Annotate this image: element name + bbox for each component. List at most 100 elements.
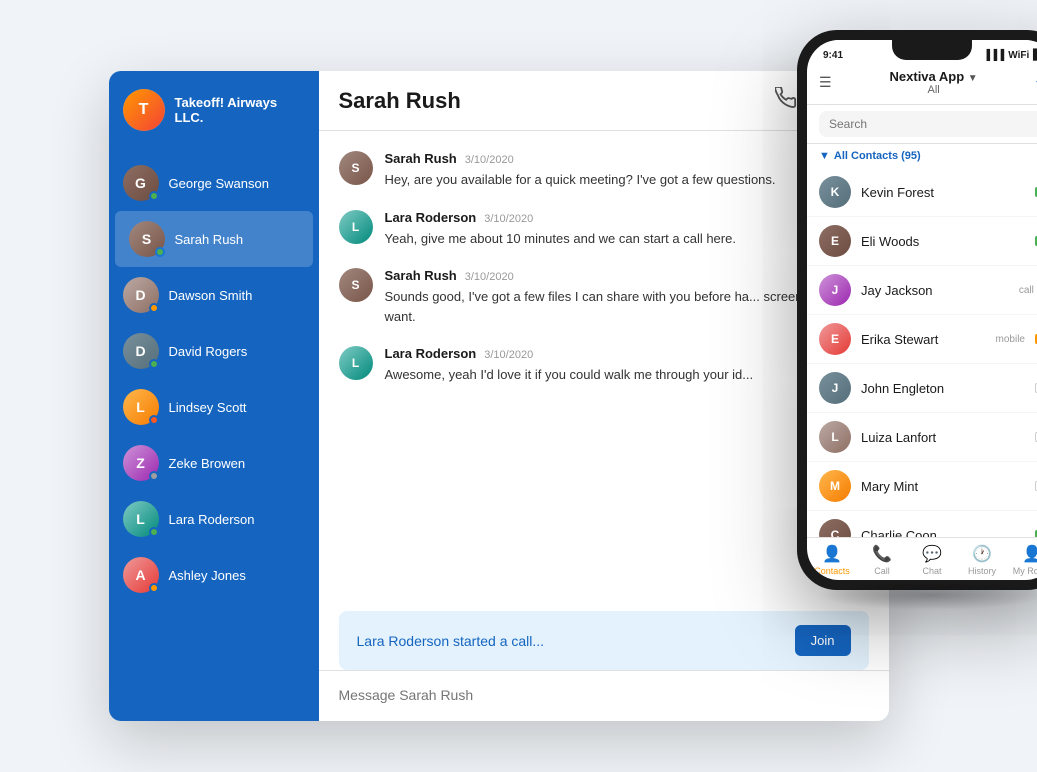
sidebar-contact-item[interactable]: G George Swanson [109,155,319,211]
phone-contact-avatar: M [819,470,851,502]
phone-status-icons: ▐▐▐ WiFi ▉ [983,50,1037,61]
contact-avatar-wrap: A [123,557,159,593]
message-input[interactable] [339,687,869,703]
msg-text: Hey, are you available for a quick meeti… [385,170,869,190]
phone-nav-chat[interactable]: 💬 Chat [907,544,957,576]
phone-shadow [817,580,1037,610]
status-indicator [149,191,159,201]
chat-contact-name: Sarah Rush [339,88,461,114]
contact-name: David Rogers [169,344,248,359]
phone-contact-item[interactable]: J John Engleton [807,364,1037,413]
msg-text: Yeah, give me about 10 minutes and we ca… [385,229,869,249]
phone-contact-avatar: C [819,519,851,537]
msg-content: Sarah Rush 3/10/2020 Hey, are you availa… [385,151,869,190]
phone-screen: 9:41 ▐▐▐ WiFi ▉ ☰ Nextiva App ▼ All + [807,40,1037,580]
phone-contact-item[interactable]: L Luiza Lanfort [807,413,1037,462]
contact-avatar-wrap: L [123,501,159,537]
phone-contact-item[interactable]: E Eli Woods [807,217,1037,266]
phone-contact-avatar: K [819,176,851,208]
msg-text: Awesome, yeah I'd love it if you could w… [385,365,869,385]
contact-avatar-wrap: D [123,333,159,369]
section-label: All Contacts (95) [834,150,921,162]
msg-time: 3/10/2020 [484,349,533,361]
phone-frame: 9:41 ▐▐▐ WiFi ▉ ☰ Nextiva App ▼ All + [797,30,1037,590]
contact-name: Sarah Rush [175,232,244,247]
phone-contact-avatar: L [819,421,851,453]
sidebar-contact-item[interactable]: S Sarah Rush [115,211,313,267]
msg-sender: Lara Roderson [385,346,477,361]
phone-contact-avatar: E [819,225,851,257]
nav-label: Call [874,566,890,576]
contact-name: Ashley Jones [169,568,246,583]
sidebar: T Takeoff! Airways LLC. G George Swanson… [109,71,319,721]
sidebar-contact-item[interactable]: A Ashley Jones [109,547,319,603]
chevron-down-icon: ▼ [819,150,830,162]
phone-app-name: Nextiva App ▼ [832,69,1036,84]
nav-label: My Room [1013,566,1037,576]
msg-avatar: L [339,346,373,380]
message-row: S Sarah Rush 3/10/2020 Sounds good, I've… [339,268,869,326]
contact-tag: mobile [996,334,1025,345]
contact-tag: call ≋ [1019,285,1037,296]
sidebar-contact-item[interactable]: D Dawson Smith [109,267,319,323]
phone-contact-item[interactable]: J Jay Jackson call ≋ [807,266,1037,315]
sidebar-contact-item[interactable]: L Lara Roderson [109,491,319,547]
message-row: L Lara Roderson 3/10/2020 Awesome, yeah … [339,346,869,385]
msg-header: Lara Roderson 3/10/2020 [385,346,869,361]
sidebar-contact-item[interactable]: Z Zeke Browen [109,435,319,491]
msg-avatar: L [339,210,373,244]
company-name: Takeoff! Airways LLC. [175,95,305,125]
phone-search-input[interactable] [819,111,1037,137]
phone-icon[interactable] [775,87,797,114]
phone-header: ☰ Nextiva App ▼ All + [807,65,1037,105]
phone-contact-item[interactable]: M Mary Mint [807,462,1037,511]
msg-sender: Sarah Rush [385,151,457,166]
phone-contact-item[interactable]: C Charlie Coon [807,511,1037,537]
battery-icon: ▉ [1033,50,1037,61]
phone-contact-item[interactable]: E Erika Stewart mobile [807,315,1037,364]
msg-time: 3/10/2020 [465,271,514,283]
join-call-button[interactable]: Join [795,625,851,656]
phone-nav-history[interactable]: 🕐 History [957,544,1007,576]
nav-icon: 👤 [1022,544,1037,564]
msg-time: 3/10/2020 [465,154,514,166]
contact-name: Dawson Smith [169,288,253,303]
desktop-app: T Takeoff! Airways LLC. G George Swanson… [109,71,889,721]
nav-icon: 👤 [822,544,842,564]
sidebar-contact-item[interactable]: L Lindsey Scott [109,379,319,435]
phone-nav-contacts[interactable]: 👤 Contacts [807,544,857,576]
phone-nav-my-room[interactable]: 👤 My Room [1007,544,1037,576]
phone-contact-item[interactable]: K Kevin Forest [807,168,1037,217]
contact-name: George Swanson [169,176,269,191]
status-indicator [149,471,159,481]
msg-sender: Sarah Rush [385,268,457,283]
nav-icon: 💬 [922,544,942,564]
status-indicator [149,303,159,313]
nav-icon: 🕐 [972,544,992,564]
phone-bottom-nav: 👤 Contacts 📞 Call 💬 Chat 🕐 History 👤 My … [807,537,1037,580]
msg-time: 3/10/2020 [484,213,533,225]
sidebar-contact-item[interactable]: D David Rogers [109,323,319,379]
phone-search-bar [807,105,1037,144]
phone-notch [892,40,972,60]
menu-icon[interactable]: ☰ [819,74,832,91]
contact-avatar-wrap: G [123,165,159,201]
msg-text: Sounds good, I've got a few files I can … [385,287,869,326]
contact-avatar-wrap: L [123,389,159,425]
call-banner: Lara Roderson started a call... Join [339,611,869,670]
nav-icon: 📞 [872,544,892,564]
msg-avatar: S [339,151,373,185]
phone-contact-name: Kevin Forest [861,185,1025,200]
contact-avatar-wrap: S [129,221,165,257]
phone-contact-name: Eli Woods [861,234,1025,249]
phone-section-header: ▼ All Contacts (95) [807,144,1037,168]
phone-nav-call[interactable]: 📞 Call [857,544,907,576]
phone-contact-name: John Engleton [861,381,1025,396]
contact-list: G George Swanson S Sarah Rush D Dawson S… [109,149,319,721]
msg-header: Lara Roderson 3/10/2020 [385,210,869,225]
contact-name: Zeke Browen [169,456,246,471]
msg-content: Sarah Rush 3/10/2020 Sounds good, I've g… [385,268,869,326]
wifi-icon: WiFi [1008,50,1029,61]
contact-avatar-wrap: Z [123,445,159,481]
phone-time: 9:41 [823,50,843,61]
